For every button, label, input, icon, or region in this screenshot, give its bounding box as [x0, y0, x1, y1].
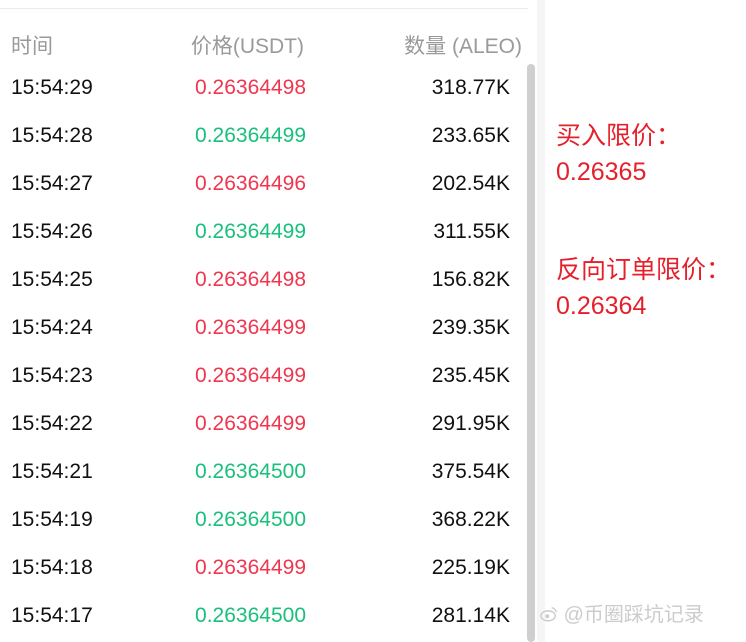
- weibo-icon: [540, 606, 557, 622]
- trade-price: 0.26364498: [195, 76, 306, 99]
- trade-quantity: 368.22K: [431, 508, 510, 531]
- buy-limit-value: 0.26365: [556, 158, 647, 186]
- trade-price: 0.26364500: [195, 604, 306, 627]
- trade-row: 15:54:29 0.26364498 318.77K: [0, 64, 528, 112]
- trade-history-panel: 时间 价格(USDT) 数量 (ALEO) 15:54:29 0.2636449…: [0, 0, 537, 642]
- trade-time: 15:54:26: [11, 220, 93, 243]
- scrollbar-thumb[interactable]: [527, 64, 535, 642]
- trade-row: 15:54:26 0.26364499 311.55K: [0, 208, 528, 256]
- trade-quantity: 311.55K: [433, 220, 510, 243]
- trade-row: 15:54:27 0.26364496 202.54K: [0, 160, 528, 208]
- trade-quantity: 233.65K: [431, 124, 510, 147]
- trade-price: 0.26364499: [195, 556, 306, 579]
- trade-row: 15:54:25 0.26364498 156.82K: [0, 256, 528, 304]
- trade-quantity: 202.54K: [431, 172, 510, 195]
- trade-price: 0.26364499: [195, 364, 306, 387]
- trade-time: 15:54:18: [11, 556, 93, 579]
- trade-quantity: 235.45K: [431, 364, 510, 387]
- trade-price: 0.26364496: [195, 172, 306, 195]
- trade-price: 0.26364499: [195, 316, 306, 339]
- trade-time: 15:54:17: [11, 604, 93, 627]
- reverse-limit-value: 0.26364: [556, 292, 647, 320]
- trade-time: 15:54:29: [11, 76, 93, 99]
- trade-price: 0.26364500: [195, 460, 306, 483]
- trade-quantity: 225.19K: [431, 556, 510, 579]
- trade-quantity: 375.54K: [431, 460, 510, 483]
- trade-price: 0.26364498: [195, 268, 306, 291]
- trade-price: 0.26364500: [195, 508, 306, 531]
- trade-row: 15:54:18 0.26364499 225.19K: [0, 544, 528, 592]
- header-price: 价格(USDT): [190, 35, 304, 58]
- trade-price: 0.26364499: [195, 124, 306, 147]
- trade-list: 15:54:29 0.26364498 318.77K 15:54:28 0.2…: [0, 64, 528, 640]
- trade-row: 15:54:23 0.26364499 235.45K: [0, 352, 528, 400]
- trade-row: 15:54:24 0.26364499 239.35K: [0, 304, 528, 352]
- watermark: @币圈踩坑记录: [540, 598, 704, 627]
- header-time: 时间: [11, 35, 53, 58]
- trade-price: 0.26364499: [195, 412, 306, 435]
- trade-time: 15:54:22: [11, 412, 93, 435]
- trade-row: 15:54:28 0.26364499 233.65K: [0, 112, 528, 160]
- trade-table-header: 时间 价格(USDT) 数量 (ALEO): [0, 30, 528, 60]
- trade-time: 15:54:28: [11, 124, 93, 147]
- header-quantity: 数量 (ALEO): [404, 35, 522, 58]
- panel-divider: [537, 0, 545, 642]
- trade-price: 0.26364499: [195, 220, 306, 243]
- trade-quantity: 281.14K: [431, 604, 510, 627]
- trade-row: 15:54:22 0.26364499 291.95K: [0, 400, 528, 448]
- trade-quantity: 156.82K: [431, 268, 510, 291]
- buy-limit-label: 买入限价：: [556, 122, 682, 150]
- trade-row: 15:54:19 0.26364500 368.22K: [0, 496, 528, 544]
- trade-quantity: 239.35K: [431, 316, 510, 339]
- trade-time: 15:54:24: [11, 316, 93, 339]
- trade-row: 15:54:21 0.26364500 375.54K: [0, 448, 528, 496]
- trade-time: 15:54:25: [11, 268, 93, 291]
- trade-time: 15:54:21: [11, 460, 93, 483]
- trade-quantity: 318.77K: [431, 76, 510, 99]
- trade-time: 15:54:27: [11, 172, 93, 195]
- trade-quantity: 291.95K: [431, 412, 510, 435]
- trade-row: 15:54:17 0.26364500 281.14K: [0, 592, 528, 640]
- trade-time: 15:54:23: [11, 364, 93, 387]
- trade-time: 15:54:19: [11, 508, 93, 531]
- watermark-text: @币圈踩坑记录: [563, 604, 704, 626]
- top-divider: [0, 8, 528, 9]
- reverse-limit-label: 反向订单限价：: [556, 256, 732, 284]
